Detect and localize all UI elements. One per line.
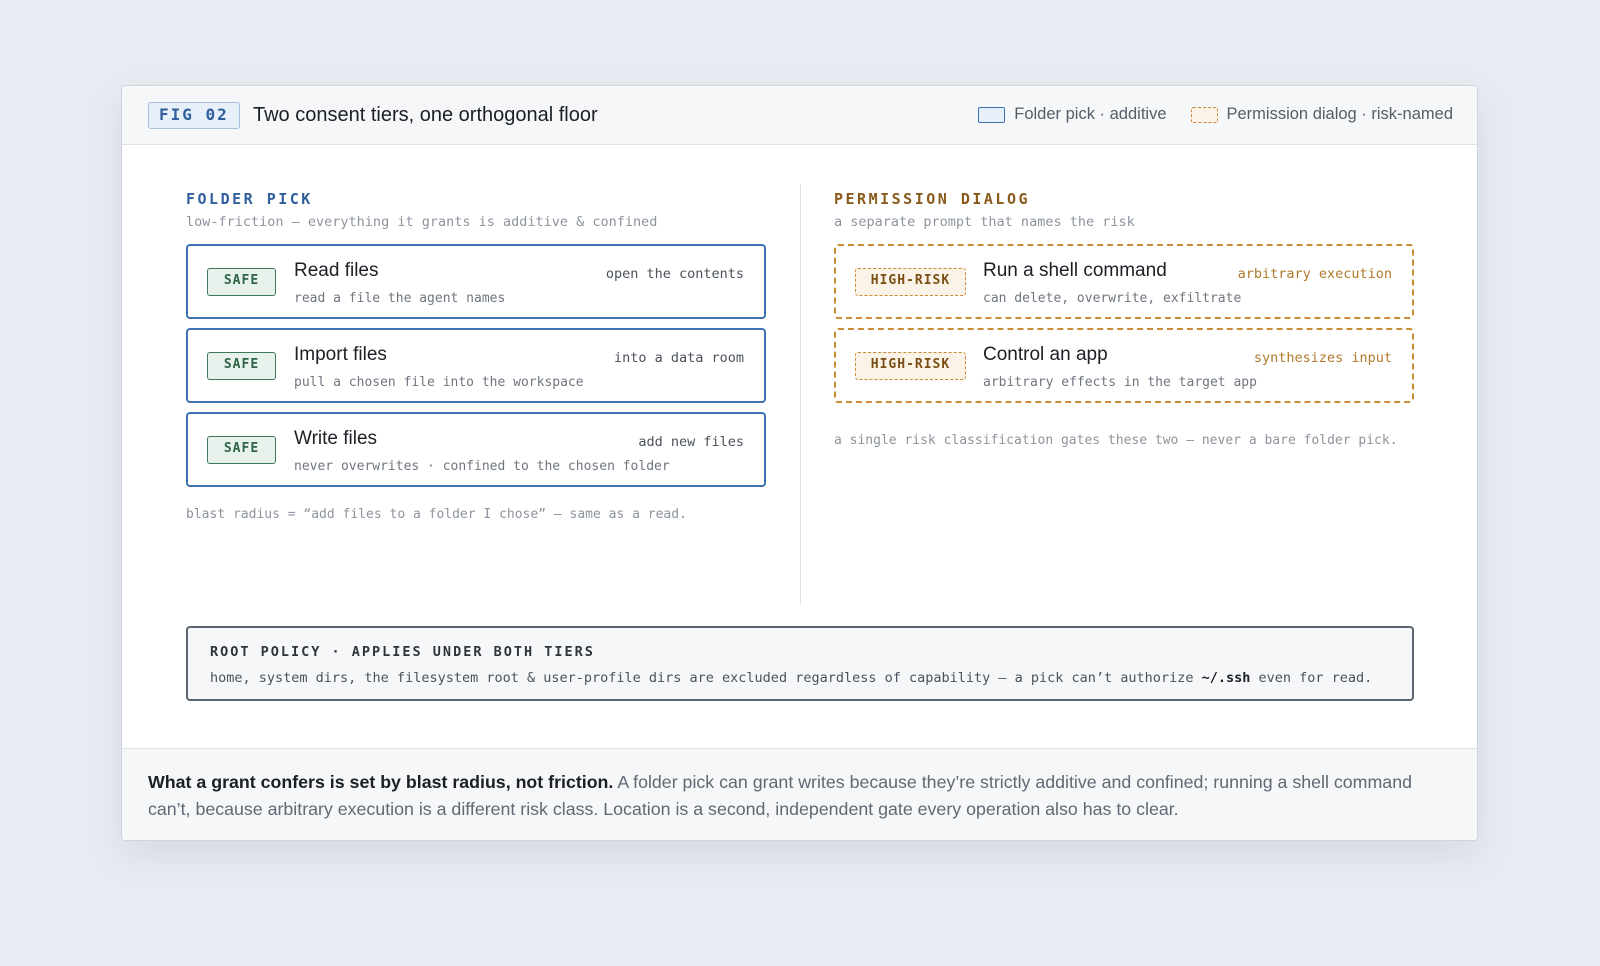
column-divider — [800, 184, 801, 604]
capability-title: Run a shell command — [983, 260, 1167, 281]
capability-title: Read files — [294, 260, 379, 281]
capability-desc: pull a chosen file into the workspace — [294, 375, 584, 390]
capability-title: Import files — [294, 344, 387, 365]
capability-title: Write files — [294, 428, 378, 449]
caption-bold: What a grant confers is set by blast rad… — [148, 772, 614, 792]
figure-caption: What a grant confers is set by blast rad… — [122, 748, 1477, 840]
capability-row-shell-command: HIGH-RISK Run a shell command arbitrary … — [834, 244, 1414, 319]
root-policy-text-after: even for read. — [1250, 670, 1373, 686]
dashed-swatch-icon — [1190, 106, 1218, 123]
capability-note: into a data room — [613, 350, 744, 366]
permission-dialog-column: PERMISSION DIALOG a separate prompt that… — [834, 190, 1414, 448]
folder-pick-rows: SAFE Read files open the contents read a… — [186, 244, 766, 487]
safe-badge: SAFE — [207, 268, 276, 296]
capability-note: add new files — [638, 434, 744, 450]
capability-title: Control an app — [983, 344, 1108, 365]
root-policy-box: ROOT POLICY · APPLIES UNDER BOTH TIERS h… — [186, 626, 1414, 701]
figure-header: FIG 02 Two consent tiers, one orthogonal… — [122, 86, 1477, 145]
capability-row-control-app: HIGH-RISK Control an app synthesizes inp… — [834, 328, 1414, 403]
capability-desc: never overwrites · confined to the chose… — [294, 459, 670, 474]
capability-row-read-files: SAFE Read files open the contents read a… — [186, 244, 766, 319]
legend-item-folder: Folder pick · additive — [978, 105, 1167, 124]
root-policy-heading: ROOT POLICY · APPLIES UNDER BOTH TIERS — [210, 644, 595, 660]
root-policy-code: ~/.ssh — [1201, 670, 1251, 686]
high-risk-badge: HIGH-RISK — [855, 268, 966, 296]
legend-label-folder: Folder pick · additive — [1014, 105, 1167, 123]
capability-note: synthesizes input — [1253, 350, 1392, 366]
capability-row-import-files: SAFE Import files into a data room pull … — [186, 328, 766, 403]
legend: Folder pick · additive Permission dialog… — [954, 105, 1453, 124]
folder-pick-footnote: blast radius = “add files to a folder I … — [186, 507, 687, 522]
capability-note: arbitrary execution — [1237, 266, 1392, 282]
capability-desc: arbitrary effects in the target app — [983, 375, 1257, 390]
permission-dialog-footnote: a single risk classification gates these… — [834, 433, 1398, 448]
safe-badge: SAFE — [207, 352, 276, 380]
legend-label-permission: Permission dialog · risk-named — [1226, 105, 1454, 123]
capability-desc: can delete, overwrite, exfiltrate — [983, 291, 1242, 306]
figure-label: FIG 02 — [148, 102, 240, 129]
root-policy-body: home, system dirs, the filesystem root &… — [210, 670, 1372, 686]
capability-note: open the contents — [605, 266, 744, 282]
capability-row-write-files: SAFE Write files add new files never ove… — [186, 412, 766, 487]
root-policy-text-before: home, system dirs, the filesystem root &… — [210, 670, 1202, 686]
legend-item-permission: Permission dialog · risk-named — [1190, 105, 1454, 124]
folder-pick-column: FOLDER PICK low-friction — everything it… — [186, 190, 766, 522]
figure-card: FIG 02 Two consent tiers, one orthogonal… — [121, 85, 1478, 841]
safe-badge: SAFE — [207, 436, 276, 464]
high-risk-badge: HIGH-RISK — [855, 352, 966, 380]
solid-swatch-icon — [978, 106, 1006, 123]
permission-dialog-heading: PERMISSION DIALOG — [834, 190, 1031, 208]
permission-dialog-subheading: a separate prompt that names the risk — [834, 214, 1135, 230]
permission-dialog-rows: HIGH-RISK Run a shell command arbitrary … — [834, 244, 1414, 403]
folder-pick-heading: FOLDER PICK — [186, 190, 313, 208]
capability-desc: read a file the agent names — [294, 291, 506, 306]
figure-title: Two consent tiers, one orthogonal floor — [253, 104, 598, 126]
folder-pick-subheading: low-friction — everything it grants is a… — [186, 214, 658, 230]
